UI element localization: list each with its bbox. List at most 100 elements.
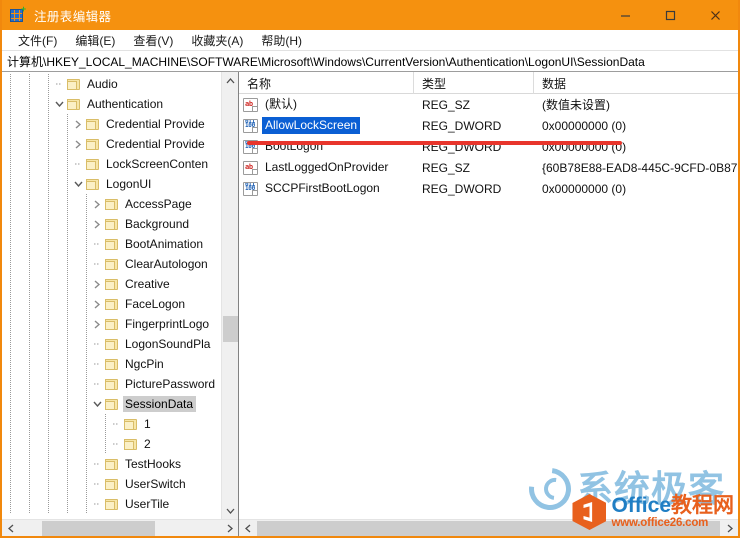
column-header-name[interactable]: 名称 xyxy=(239,72,414,94)
table-row[interactable]: 011100BootLogonREG_DWORD0x00000000 (0) xyxy=(239,136,738,157)
tree-item-picturepassword[interactable]: PicturePassword xyxy=(2,374,221,394)
value-name: AllowLockScreen xyxy=(262,117,361,134)
tree-item-label: Audio xyxy=(87,77,118,91)
chevron-right-icon[interactable] xyxy=(89,294,105,314)
watermark-url: www.office26.com xyxy=(611,516,709,529)
tree-leaf-marker xyxy=(89,494,105,514)
scroll-left-icon[interactable] xyxy=(239,520,256,536)
menu-help[interactable]: 帮助(H) xyxy=(252,32,311,49)
chevron-right-icon[interactable] xyxy=(70,134,86,154)
menu-view[interactable]: 查看(V) xyxy=(124,32,182,49)
tree-horizontal-scrollbar[interactable] xyxy=(2,519,238,536)
chevron-right-icon[interactable] xyxy=(89,214,105,234)
tree-item-label: 2 xyxy=(144,437,151,451)
registry-values-list[interactable]: ab (默认) REG_SZ (数值未设置) 011 100 AllowLockScreen… xyxy=(239,94,738,519)
tree-item-authentication[interactable]: Authentication xyxy=(2,94,221,114)
menu-edit[interactable]: 编辑(E) xyxy=(66,32,124,49)
tree-leaf-marker xyxy=(108,414,124,434)
scroll-left-icon[interactable] xyxy=(2,520,19,536)
chevron-right-icon[interactable] xyxy=(89,314,105,334)
tree-item-label: Credential Provide xyxy=(106,117,205,131)
tree-item-label: ClearAutologon xyxy=(125,257,208,271)
table-row[interactable]: ab LastLoggedOnProvider REG_SZ {60B78E88-EA… xyxy=(239,157,738,178)
value-name-cell: ab (默认) xyxy=(239,96,414,113)
chevron-down-icon[interactable] xyxy=(70,174,86,194)
tree-item-label: Credential Provide xyxy=(106,137,205,151)
tree-item-label: Creative xyxy=(125,277,170,291)
scroll-right-icon[interactable] xyxy=(221,520,238,536)
table-row[interactable]: 011 100 AllowLockScreen REG_DWORD 0x00000000… xyxy=(239,115,738,136)
tree-item-logonui[interactable]: LogonUI xyxy=(2,174,221,194)
tree-item-2[interactable]: 2 xyxy=(2,434,221,454)
tree-item-testhooks[interactable]: TestHooks xyxy=(2,454,221,474)
tree-vertical-scrollbar[interactable] xyxy=(221,72,238,519)
chevron-down-icon[interactable] xyxy=(51,94,67,114)
value-type: REG_SZ xyxy=(422,97,471,112)
tree-item-accesspage[interactable]: AccessPage xyxy=(2,194,221,214)
folder-icon xyxy=(105,258,119,271)
tree-item-facelogon[interactable]: FaceLogon xyxy=(2,294,221,314)
folder-icon xyxy=(105,218,119,231)
tree-item-lockscreenconten[interactable]: LockScreenConten xyxy=(2,154,221,174)
tree-item-background[interactable]: Background xyxy=(2,214,221,234)
registry-tree[interactable]: Audio Authentication Credential Provide Cre… xyxy=(2,72,221,519)
chevron-right-icon[interactable] xyxy=(89,194,105,214)
value-data: 0x00000000 (0) xyxy=(542,181,627,196)
tree-leaf-marker xyxy=(89,374,105,394)
value-name: SCCPFirstBootLogon xyxy=(265,181,380,195)
folder-icon xyxy=(86,158,100,171)
table-row[interactable]: ab (默认) REG_SZ (数值未设置) xyxy=(239,94,738,115)
menu-favorites[interactable]: 收藏夹(A) xyxy=(182,32,252,49)
tree-indent xyxy=(2,234,89,254)
scroll-down-icon[interactable] xyxy=(222,502,238,519)
tree-item-userswitch[interactable]: UserSwitch xyxy=(2,474,221,494)
tree-hscroll-thumb[interactable] xyxy=(42,521,155,536)
registry-editor-window: + 注册表编辑器 文件(F) 编辑(E) 查看(V) 收藏夹(A) 帮助(H) … xyxy=(0,0,740,538)
tree-item-clearautologon[interactable]: ClearAutologon xyxy=(2,254,221,274)
tree-leaf-marker xyxy=(51,74,67,94)
folder-icon xyxy=(105,358,119,371)
minimize-icon[interactable] xyxy=(603,0,648,30)
menu-file[interactable]: 文件(F) xyxy=(9,32,66,49)
folder-icon xyxy=(105,298,119,311)
tree-item-sessiondata[interactable]: SessionData xyxy=(2,394,221,414)
folder-icon xyxy=(105,498,119,511)
tree-indent xyxy=(2,334,89,354)
tree-item-usertile[interactable]: UserTile xyxy=(2,494,221,514)
folder-icon xyxy=(105,278,119,291)
value-type: REG_SZ xyxy=(422,160,471,175)
tree-item-ngcpin[interactable]: NgcPin xyxy=(2,354,221,374)
value-name-cell: ab LastLoggedOnProvider xyxy=(239,159,414,176)
tree-item-credential-provide[interactable]: Credential Provide xyxy=(2,134,221,154)
address-bar[interactable]: 计算机\HKEY_LOCAL_MACHINE\SOFTWARE\Microsof… xyxy=(2,51,738,72)
scroll-up-icon[interactable] xyxy=(222,72,238,89)
chevron-right-icon[interactable] xyxy=(89,274,105,294)
close-icon[interactable] xyxy=(693,0,738,30)
title-bar[interactable]: + 注册表编辑器 xyxy=(2,0,738,30)
tree-item-audio[interactable]: Audio xyxy=(2,74,221,94)
tree-item-label: Authentication xyxy=(87,97,164,111)
tree-leaf-marker xyxy=(89,454,105,474)
tree-item-1[interactable]: 1 xyxy=(2,414,221,434)
chevron-right-icon[interactable] xyxy=(70,114,86,134)
tree-item-logonsoundpla[interactable]: LogonSoundPla xyxy=(2,334,221,354)
tree-leaf-marker xyxy=(89,254,105,274)
tree-item-label: FingerprintLogo xyxy=(125,317,210,331)
tree-leaf-marker xyxy=(89,354,105,374)
tree-item-fingerprintlogo[interactable]: FingerprintLogo xyxy=(2,314,221,334)
tree-item-bootanimation[interactable]: BootAnimation xyxy=(2,234,221,254)
window-controls xyxy=(603,0,738,30)
column-header-data[interactable]: 数据 xyxy=(534,72,738,94)
tree-scroll-thumb[interactable] xyxy=(223,316,238,342)
folder-icon xyxy=(105,458,119,471)
registry-editor-icon: + xyxy=(10,5,26,23)
maximize-icon[interactable] xyxy=(648,0,693,30)
tree-item-creative[interactable]: Creative xyxy=(2,274,221,294)
chevron-down-icon[interactable] xyxy=(89,394,105,414)
table-row[interactable]: 011 100 SCCPFirstBootLogon REG_DWORD 0x00000… xyxy=(239,178,738,199)
tree-item-credential-provide[interactable]: Credential Provide xyxy=(2,114,221,134)
value-data: (数值未设置) xyxy=(542,98,610,112)
watermark-brand-en: Office xyxy=(611,493,671,517)
column-header-type[interactable]: 类型 xyxy=(414,72,534,94)
tree-item-label: TestHooks xyxy=(125,457,182,471)
